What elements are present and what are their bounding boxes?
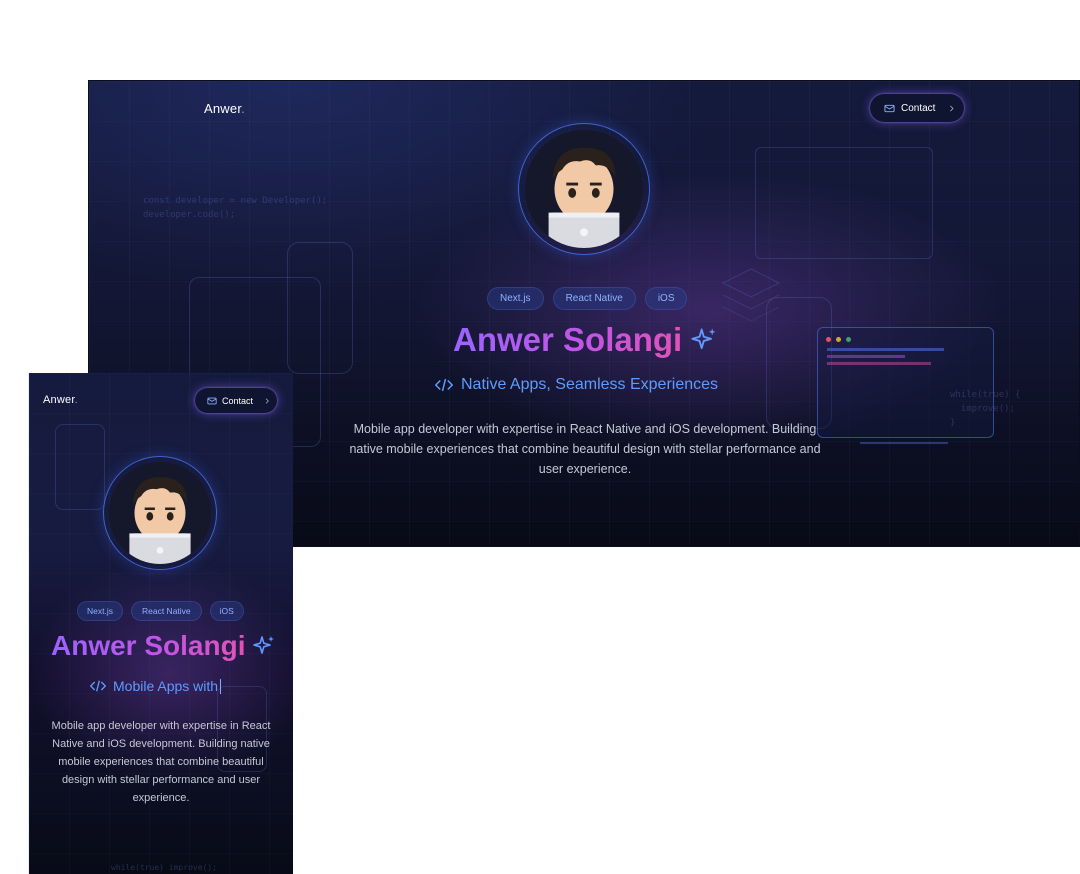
mail-icon [884,104,895,112]
site-logo[interactable]: Anwer. [43,394,78,406]
logo-dot: . [241,101,245,116]
hero-subtitle: Mobile Apps with [90,678,222,694]
hero-subtitle-text: Mobile Apps with [113,678,219,694]
window-dot-green [846,337,851,342]
hero-name-text: Anwer Solangi [453,321,683,358]
logo-text: Anwer [204,101,242,116]
memoji-avatar-image [525,130,643,248]
memoji-avatar-image [109,462,211,564]
avatar [109,462,211,564]
tag-nextjs: Next.js [487,287,544,310]
contact-button[interactable]: Contact [870,94,964,122]
code-line [827,362,931,365]
code-icon [435,378,453,392]
avatar [525,130,643,248]
tag-react-native: React Native [130,601,202,621]
code-snippet-right: while(true) { improve(); } [950,390,1021,428]
typing-caret [220,678,222,694]
hero-subtitle-text: Native Apps, Seamless Experiences [461,376,719,393]
hero-description: Mobile app developer with expertise in R… [51,720,271,804]
code-snippet-bottom: while(true) improve(); [111,863,217,872]
hero-name: Anwer Solangi [453,321,718,359]
contact-label: Contact [222,395,254,406]
wireframe-stand [860,442,948,444]
site-logo[interactable]: Anwer. [204,101,245,116]
window-dot-yellow [836,337,841,342]
mail-icon [207,397,217,404]
tag-nextjs: Next.js [77,601,123,621]
code-line [827,348,944,351]
logo-dot: . [74,394,78,406]
code-snippet-left: const developer = new Developer(); devel… [143,196,328,220]
contact-button[interactable]: Contact [195,388,277,413]
wireframe-phone [287,242,353,374]
code-line [827,355,905,358]
tech-tags: Next.js React Native iOS [487,287,688,310]
wireframe-window [755,147,933,259]
chevron-right-icon [265,397,269,404]
sparkles-icon [691,328,716,350]
contact-label: Contact [901,102,936,114]
mobile-preview: while(true) improve(); Anwer. Contact Ne… [28,373,293,874]
sparkles-icon [253,636,275,654]
wireframe-phone [55,424,105,510]
hero-name-text: Anwer Solangi [51,630,246,661]
hero-name: Anwer Solangi [51,630,276,662]
tag-ios: iOS [209,601,244,621]
window-dot-red [826,337,831,342]
tag-react-native: React Native [552,287,636,310]
hero-subtitle: Native Apps, Seamless Experiences [435,376,718,394]
chevron-right-icon [950,105,955,111]
hero-description: Mobile app developer with expertise in R… [349,422,821,476]
tech-tags: Next.js React Native iOS [77,601,244,621]
tag-ios: iOS [644,287,688,310]
code-icon [90,680,106,692]
logo-text: Anwer [43,394,75,406]
stack-layers-icon [721,268,781,322]
